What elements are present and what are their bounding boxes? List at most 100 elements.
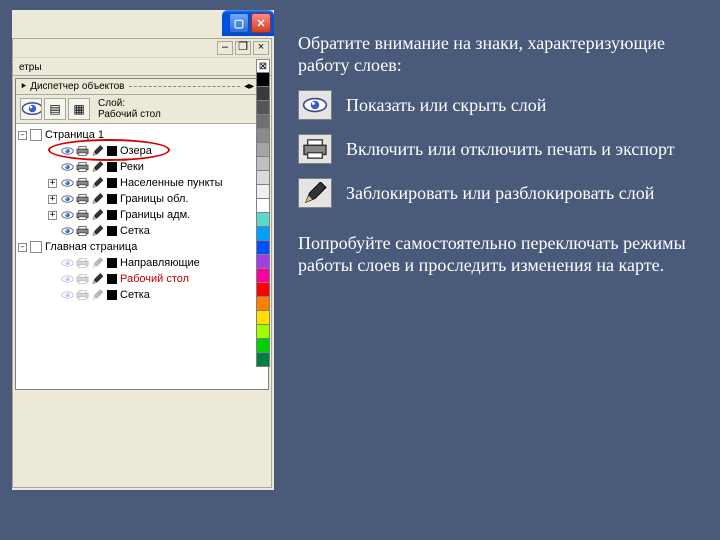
palette-none-swatch[interactable]: ⊠: [256, 59, 270, 73]
legend-print: Включить или отключить печать и экспорт: [298, 134, 706, 164]
layer-node[interactable]: Сетка: [120, 289, 150, 301]
object-manager-docker: ⯈ Диспетчер объектов ◂▸ × ▤ ▦ Слой: Рабо…: [15, 78, 269, 390]
docker-collapse-icon[interactable]: ⯈: [20, 81, 27, 92]
pencil-icon[interactable]: [90, 145, 104, 157]
pencil-icon[interactable]: [90, 193, 104, 205]
docker-menu-icon[interactable]: ◂▸: [244, 81, 254, 92]
palette-swatch[interactable]: [256, 255, 270, 269]
palette-swatch[interactable]: [256, 115, 270, 129]
color-swatch[interactable]: [107, 274, 117, 284]
palette-swatch[interactable]: [256, 339, 270, 353]
legend-pen: Заблокировать или разблокировать слой: [298, 178, 706, 208]
tool-edit-layers-button[interactable]: ▦: [68, 98, 90, 120]
layer-node[interactable]: Озера: [120, 145, 152, 157]
maximize-button[interactable]: ▢: [229, 13, 249, 33]
palette-swatch[interactable]: [256, 199, 270, 213]
pencil-icon[interactable]: [90, 257, 104, 269]
palette-swatch[interactable]: [256, 283, 270, 297]
child-restore-button[interactable]: ❐: [235, 41, 251, 55]
color-swatch[interactable]: [107, 258, 117, 268]
palette-swatch[interactable]: [256, 73, 270, 87]
eye-icon[interactable]: [60, 289, 74, 301]
palette-swatch[interactable]: [256, 213, 270, 227]
layer-node[interactable]: Границы адм.: [120, 209, 190, 221]
tool-show-objects-button[interactable]: [20, 98, 42, 120]
titlebar: ▢ ✕: [222, 10, 274, 36]
pencil-icon[interactable]: [90, 225, 104, 237]
eye-icon[interactable]: [60, 177, 74, 189]
palette-swatch[interactable]: [256, 227, 270, 241]
palette-swatch[interactable]: [256, 171, 270, 185]
palette-swatch[interactable]: [256, 87, 270, 101]
color-swatch[interactable]: [107, 290, 117, 300]
palette-swatch[interactable]: [256, 353, 270, 367]
color-swatch[interactable]: [107, 210, 117, 220]
color-swatch[interactable]: [107, 162, 117, 172]
palette-swatch[interactable]: [256, 157, 270, 171]
child-close-button[interactable]: ×: [253, 41, 269, 55]
eye-icon[interactable]: [60, 161, 74, 173]
pencil-icon[interactable]: [90, 289, 104, 301]
page-icon: [30, 241, 42, 253]
eye-icon[interactable]: [60, 145, 74, 157]
pencil-icon[interactable]: [90, 161, 104, 173]
layer-node[interactable]: Границы обл.: [120, 193, 188, 205]
intro-text: Обратите внимание на знаки, характеризую…: [298, 32, 706, 76]
eye-icon[interactable]: [60, 225, 74, 237]
expand-icon[interactable]: +: [48, 179, 57, 188]
eye-icon[interactable]: [60, 193, 74, 205]
layer-tree[interactable]: - Страница 1 Озера Реки + Населенные пункты + Г…: [16, 124, 268, 389]
printer-icon[interactable]: [75, 161, 89, 173]
palette-swatch[interactable]: [256, 241, 270, 255]
child-minimize-button[interactable]: –: [217, 41, 233, 55]
expand-icon[interactable]: +: [48, 195, 57, 204]
page-node[interactable]: Страница 1: [45, 129, 104, 141]
master-page-node[interactable]: Главная страница: [45, 241, 137, 253]
color-swatch[interactable]: [107, 178, 117, 188]
layer-node[interactable]: Сетка: [120, 225, 150, 237]
pencil-icon: [298, 178, 332, 208]
color-swatch[interactable]: [107, 146, 117, 156]
color-swatch[interactable]: [107, 194, 117, 204]
palette-swatch[interactable]: [256, 325, 270, 339]
expand-icon[interactable]: -: [18, 131, 27, 140]
eye-icon: [298, 90, 332, 120]
tab-row: етры: [13, 58, 271, 76]
printer-icon[interactable]: [75, 145, 89, 157]
palette-swatch[interactable]: [256, 311, 270, 325]
palette-swatch[interactable]: [256, 101, 270, 115]
tab-partial[interactable]: етры: [15, 60, 46, 75]
printer-icon[interactable]: [75, 177, 89, 189]
layer-node[interactable]: Рабочий стол: [120, 273, 189, 285]
child-window: – ❐ × етры ⯈ Диспетчер объектов ◂▸ × ▤ ▦: [12, 38, 272, 488]
printer-icon[interactable]: [75, 209, 89, 221]
docker-title-text: Диспетчер объектов: [30, 81, 124, 92]
layer-node[interactable]: Направляющие: [120, 257, 200, 269]
expand-icon[interactable]: -: [18, 243, 27, 252]
palette-swatch[interactable]: [256, 297, 270, 311]
layer-node[interactable]: Реки: [120, 161, 144, 173]
color-swatch[interactable]: [107, 226, 117, 236]
layer-node[interactable]: Населенные пункты: [120, 177, 223, 189]
legend-eye: Показать или скрыть слой: [298, 90, 706, 120]
palette-swatch[interactable]: [256, 143, 270, 157]
outro-text: Попробуйте самостоятельно переключать ре…: [298, 232, 706, 276]
palette-swatch[interactable]: [256, 185, 270, 199]
palette-swatch[interactable]: [256, 129, 270, 143]
printer-icon[interactable]: [75, 193, 89, 205]
eye-icon[interactable]: [60, 209, 74, 221]
printer-icon[interactable]: [75, 257, 89, 269]
printer-icon[interactable]: [75, 289, 89, 301]
expand-icon[interactable]: +: [48, 211, 57, 220]
printer-icon[interactable]: [75, 225, 89, 237]
eye-icon[interactable]: [60, 257, 74, 269]
current-layer-info: Слой: Рабочий стол: [98, 98, 161, 120]
palette-swatch[interactable]: [256, 269, 270, 283]
pencil-icon[interactable]: [90, 209, 104, 221]
eye-icon[interactable]: [60, 273, 74, 285]
printer-icon[interactable]: [75, 273, 89, 285]
pencil-icon[interactable]: [90, 273, 104, 285]
close-button[interactable]: ✕: [251, 13, 271, 33]
pencil-icon[interactable]: [90, 177, 104, 189]
tool-layer-props-button[interactable]: ▤: [44, 98, 66, 120]
